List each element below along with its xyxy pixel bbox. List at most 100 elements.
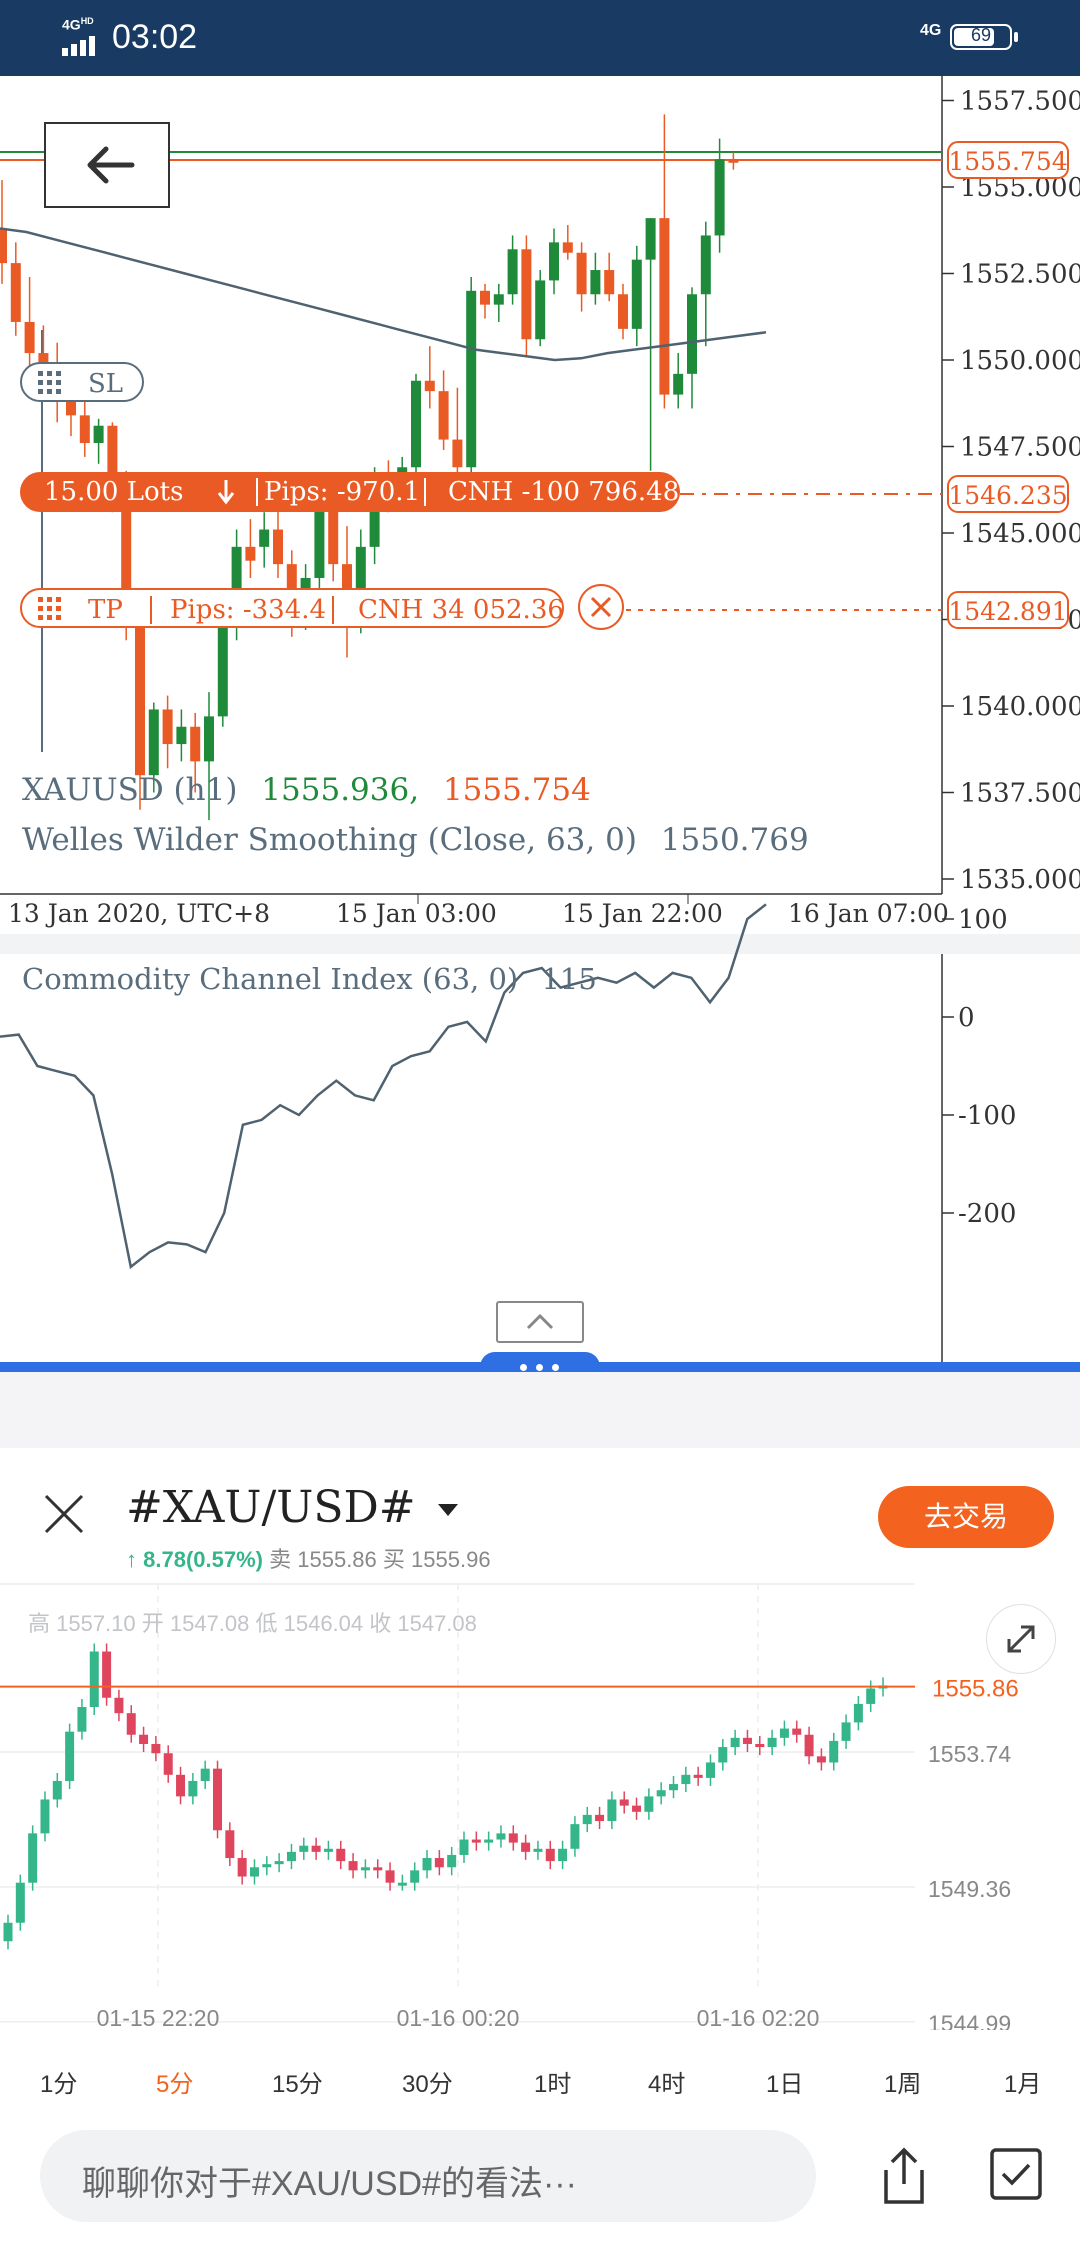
candle-body [424, 380, 435, 392]
indicator-legend: Welles Wilder Smoothing (Close, 63, 0) 1… [22, 822, 809, 858]
mini-candle-body [360, 1867, 370, 1871]
timeframe-tab[interactable]: 1时 [534, 2064, 571, 2099]
time-tick-label: 16 Jan 07:00 [788, 899, 949, 928]
timeframe-tab[interactable]: 1月 [1004, 2064, 1041, 2099]
price-tick-label: 1552.500 [960, 260, 1080, 290]
mini-candle-body [151, 1743, 161, 1754]
mini-candle-body [705, 1762, 715, 1778]
time-tick-label: 15 Jan 03:00 [336, 899, 497, 928]
timeframe-tab[interactable]: 1周 [884, 2064, 921, 2099]
mini-candle-body [323, 1848, 333, 1852]
candle-body [576, 252, 587, 295]
position-order-bar[interactable]: 15.00 Lots Pips: -970.1 CNH -100 796.48 [20, 472, 680, 512]
legend-indicator: Welles Wilder Smoothing (Close, 63, 0) [22, 822, 637, 858]
signal-icon [62, 36, 100, 56]
price-tick-label: 1545.000 [960, 519, 1080, 549]
mini-candle-body [373, 1867, 383, 1871]
price-tick-label: 1540.000 [960, 692, 1080, 722]
mini-time-label: 01-16 00:20 [397, 2005, 520, 2030]
timeframe-tab[interactable]: 1分 [40, 2064, 77, 2099]
mini-candle-body [644, 1796, 654, 1812]
current-price-label: 1555.86 [932, 1676, 1019, 1703]
mini-candle-body [779, 1728, 789, 1738]
close-icon[interactable] [42, 1492, 86, 1536]
mini-candle-body [484, 1839, 494, 1843]
buy-label: 买 [382, 1547, 405, 1572]
mini-candle-body [52, 1780, 62, 1800]
collapse-button[interactable] [496, 1301, 584, 1343]
candle-body [466, 290, 477, 468]
order-pips: Pips: -970.1 [264, 477, 421, 507]
timeframe-tab[interactable]: 4时 [648, 2064, 685, 2099]
expand-icon [1007, 1625, 1035, 1653]
price-tick-label: 1557.500 [960, 87, 1080, 117]
timeframe-tab[interactable]: 5分 [156, 2064, 193, 2099]
candle-body [507, 249, 518, 295]
stop-loss-handle[interactable]: SL [20, 362, 144, 402]
mini-price-label: 1544.99 [928, 2011, 1011, 2030]
mini-candle-body [767, 1737, 777, 1748]
candle-body [687, 294, 697, 374]
timeframe-tab[interactable]: 30分 [402, 2064, 453, 2099]
candle-body [604, 270, 615, 295]
mini-candle-body [225, 1830, 235, 1859]
go-trade-button[interactable]: 去交易 [878, 1486, 1054, 1548]
mini-candle-body [496, 1833, 506, 1840]
price-chart-svg[interactable]: 1557.5001555.0001552.5001550.0001547.500… [0, 76, 1080, 1366]
fullscreen-button[interactable] [986, 1604, 1056, 1674]
cci-tick-label: -100 [958, 1101, 1016, 1131]
price-tick-label: 1537.500 [960, 779, 1080, 809]
timeframe-tab[interactable]: 15分 [272, 2064, 323, 2099]
quote-symbol-selector[interactable]: #XAU/USD# [126, 1482, 458, 1533]
mini-candle-body [471, 1839, 481, 1843]
mini-candle-body [40, 1799, 50, 1834]
network-indicator-right: 4G [920, 22, 942, 39]
mini-candle-body [15, 1882, 25, 1923]
dropdown-caret-icon [437, 1503, 458, 1516]
mini-candle-body [188, 1780, 198, 1797]
candle-body [24, 321, 35, 354]
drag-grip-icon [38, 597, 61, 620]
sl-label: SL [88, 369, 124, 399]
comment-placeholder: 聊聊你对于#XAU/USD#的看法··· [82, 2165, 577, 2203]
tp-price-tag: 1542.891 [948, 597, 1067, 626]
take-profit-bar[interactable]: TP Pips: -334.4 CNH 34 052.36 [20, 588, 564, 628]
candle-body [562, 242, 573, 253]
candle-body [93, 425, 104, 444]
mini-candle-body [102, 1651, 112, 1698]
battery-tip-icon [1014, 32, 1018, 42]
candle-body [590, 270, 601, 295]
comment-input[interactable]: 聊聊你对于#XAU/USD#的看法··· [40, 2130, 816, 2222]
candle-body [204, 716, 214, 762]
mini-candle-body [521, 1842, 531, 1852]
price-tick-label: 1535.000 [960, 865, 1080, 895]
mini-candle-body [397, 1882, 407, 1886]
cci-tick-label: -200 [958, 1199, 1016, 1229]
mini-candle-body [693, 1774, 703, 1778]
timeframe-tab[interactable]: 1日 [766, 2064, 803, 2099]
mini-candle-body [348, 1861, 358, 1871]
legend-indicator-value: 1550.769 [660, 822, 809, 858]
share-icon[interactable] [876, 2146, 932, 2206]
trading-chart[interactable]: 1557.500 1555.000 1552.500 1550.000 1547.500… [0, 76, 1080, 1366]
ohlc-readout: 高 1557.10 开 1547.08 低 1546.04 收 1547.08 [28, 1611, 477, 1636]
checkbox-icon[interactable] [990, 2148, 1042, 2200]
candle-body [10, 263, 21, 322]
status-bar: 4GHD 03:02 4G 69 [0, 0, 1080, 76]
cci-tick-label: 100 [958, 905, 1008, 935]
price-change-row: ↑ 8.78(0.57%) 卖 1555.86 买 1555.96 [126, 1542, 491, 1574]
candle-body [79, 415, 90, 444]
cci-legend: Commodity Channel Index (63, 0) 115 [22, 962, 597, 996]
mini-chart-svg[interactable]: 1555.86 1553.74 1549.36 1544.99 01-15 22:20 0… [0, 1580, 1080, 2030]
candle-body [714, 159, 725, 236]
tp-cancel-button[interactable] [578, 584, 624, 630]
mini-candle-body [582, 1814, 592, 1825]
candle-body [452, 439, 463, 468]
back-button[interactable] [44, 122, 170, 208]
mini-candle-body [89, 1651, 99, 1707]
tp-pips: Pips: -334.4 [170, 595, 327, 625]
candle-body [148, 709, 159, 776]
candle-body [521, 249, 532, 340]
candle-body [535, 280, 546, 340]
mini-candle-body [28, 1833, 38, 1883]
